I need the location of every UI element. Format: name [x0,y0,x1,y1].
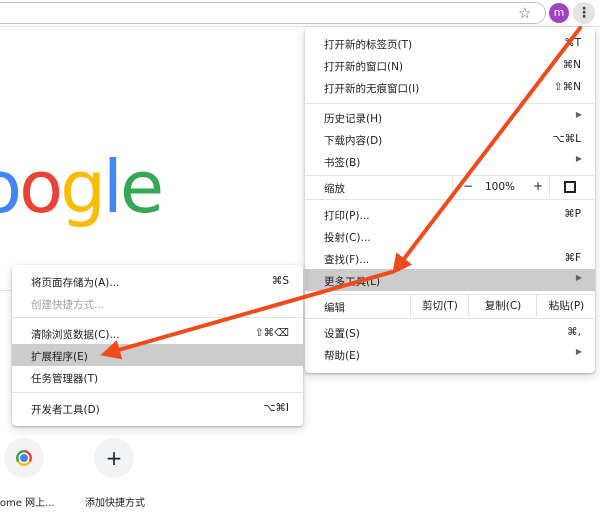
menu-item-label: 设置(S) [324,328,360,340]
menu-item-shortcut: ⌥⌘L [552,133,581,145]
profile-avatar[interactable]: m [549,3,569,23]
menu-item-shortcut: ⌘, [567,326,581,338]
menu-separator [305,103,595,104]
logo-letter: o [19,145,63,229]
logo-letter: e [119,145,164,229]
menu-item-shortcut: ⌘S [271,275,289,287]
menu-item-help[interactable]: 帮助(E) ▶ [305,343,595,365]
menu-item-label: 将页面存储为(A)... [31,277,120,289]
menu-item-label: 打开新的标签页(T) [324,39,413,51]
menu-item-cast[interactable]: 投射(C)... [305,225,595,247]
menu-item-clear-data[interactable]: 清除浏览数据(C)... ⇧⌘⌫ [12,322,303,344]
menu-separator [305,318,595,319]
chrome-main-menu: 打开新的标签页(T) ⌘T 打开新的窗口(N) ⌘N 打开新的无痕窗口(I) ⇧… [305,27,595,373]
submenu-arrow-icon: ▶ [575,110,582,119]
menu-item-find[interactable]: 查找(F)... ⌘F [305,247,595,269]
menu-item-label: 打开新的窗口(N) [324,61,404,73]
menu-row-zoom: 缩放 − 100% + [305,176,595,198]
chrome-icon [16,450,32,466]
logo-letter: g [60,145,106,229]
menu-item-label: 更多工具(L) [324,276,381,288]
menu-item-task-manager[interactable]: 任务管理器(T) [12,366,303,388]
address-bar[interactable] [0,2,546,24]
zoom-level: 100% [485,181,516,193]
shortcut-tile-add[interactable]: + [94,438,134,478]
menu-separator [305,199,595,200]
submenu-arrow-icon: ▶ [575,347,582,356]
menu-item-settings[interactable]: 设置(S) ⌘, [305,321,595,343]
zoom-controls: − 100% + [452,176,550,198]
menu-item-label: 清除浏览数据(C)... [31,329,120,341]
menu-item-save-page[interactable]: 将页面存储为(A)... ⌘S [12,270,303,292]
zoom-label: 缩放 [324,183,345,195]
shortcut-label[interactable]: 添加快捷方式 [85,494,145,509]
menu-separator [12,317,303,318]
logo-letter: o [0,147,22,227]
menu-item-label: 任务管理器(T) [31,373,99,385]
edit-label: 编辑 [324,302,345,314]
menu-item-label: 打印(P)... [324,210,370,222]
menu-item-more-tools[interactable]: 更多工具(L) ▶ [305,269,595,291]
menu-separator [12,392,303,393]
menu-item-bookmarks[interactable]: 书签(B) ▶ [305,150,595,172]
menu-item-shortcut: ⌘F [564,252,581,264]
menu-item-new-window[interactable]: 打开新的窗口(N) ⌘N [305,54,595,76]
shortcut-label[interactable]: rome 网上... [0,494,55,509]
copy-button[interactable]: 复制(C) [468,295,537,317]
menu-item-label: 创建快捷方式... [31,299,105,311]
menu-item-dev-tools[interactable]: 开发者工具(D) ⌥⌘I [12,397,303,419]
google-logo: oogle [0,145,164,229]
menu-item-new-incognito[interactable]: 打开新的无痕窗口(I) ⇧⌘N [305,76,595,98]
zoom-in-button[interactable]: + [533,179,543,193]
menu-item-label: 打开新的无痕窗口(I) [324,83,420,95]
zoom-out-button[interactable]: − [463,179,473,193]
cut-button[interactable]: 剪切(T) [410,295,469,317]
menu-item-shortcut: ⌘T [564,37,581,49]
menu-item-shortcut: ⌘P [564,208,581,220]
paste-button[interactable]: 粘贴(P) [536,295,596,317]
submenu-arrow-icon: ▶ [575,154,582,163]
menu-item-create-shortcut: 创建快捷方式... [12,292,303,314]
menu-item-shortcut: ⇧⌘N [553,81,581,93]
menu-item-shortcut: ⌘N [562,59,581,71]
menu-item-label: 查找(F)... [324,254,370,266]
menu-item-label: 书签(B) [324,157,361,169]
fullscreen-icon[interactable] [564,181,576,193]
menu-item-label: 帮助(E) [324,350,360,362]
menu-item-downloads[interactable]: 下载内容(D) ⌥⌘L [305,128,595,150]
shortcut-tile-chrome-store[interactable] [4,438,44,478]
menu-item-label: 投射(C)... [324,232,371,244]
browser-toolbar: ☆ m ⋮ [0,0,600,26]
menu-item-label: 历史记录(H) [324,113,383,125]
menu-row-edit: 编辑 剪切(T) 复制(C) 粘贴(P) [305,295,595,317]
menu-item-shortcut: ⇧⌘⌫ [254,327,289,339]
menu-item-shortcut: ⌥⌘I [263,402,289,414]
plus-icon: + [105,446,123,470]
menu-item-history[interactable]: 历史记录(H) ▶ [305,106,595,128]
more-tools-submenu: 将页面存储为(A)... ⌘S 创建快捷方式... 清除浏览数据(C)... ⇧… [12,265,303,426]
menu-item-label: 下载内容(D) [324,135,383,147]
kebab-menu-icon[interactable]: ⋮ [573,2,595,24]
menu-item-label: 开发者工具(D) [31,404,100,416]
submenu-arrow-icon: ▶ [575,273,582,282]
search-box-edge[interactable] [0,290,12,291]
logo-letter: l [102,145,123,229]
bookmark-star-icon[interactable]: ☆ [518,4,531,22]
menu-item-label: 扩展程序(E) [31,351,88,363]
menu-item-extensions[interactable]: 扩展程序(E) [12,344,303,366]
menu-item-print[interactable]: 打印(P)... ⌘P [305,203,595,225]
menu-item-new-tab[interactable]: 打开新的标签页(T) ⌘T [305,32,595,54]
